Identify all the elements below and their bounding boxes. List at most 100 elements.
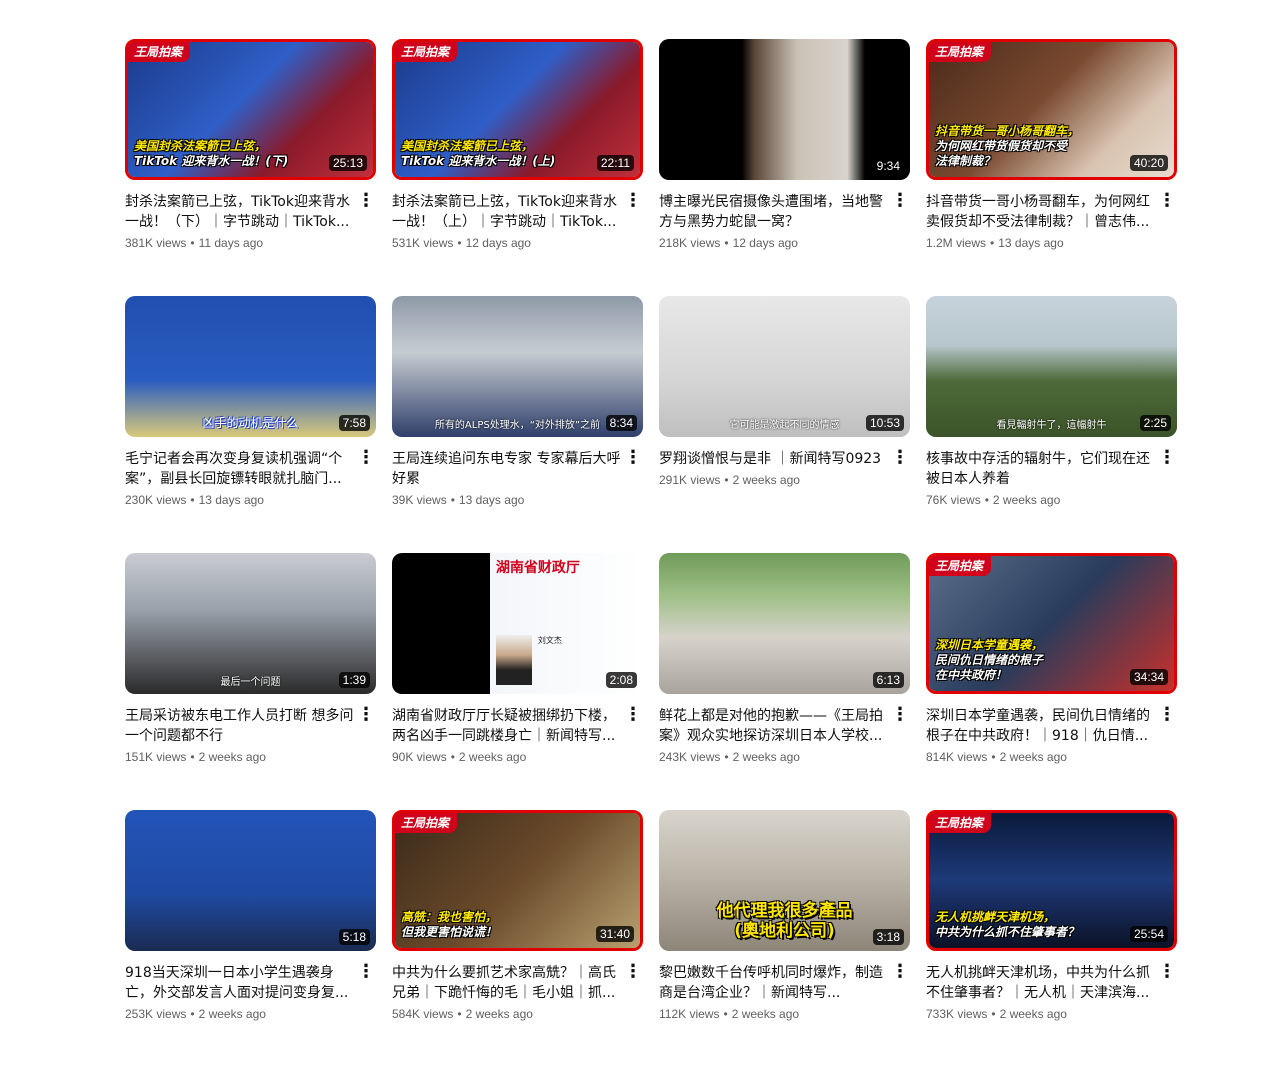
video-thumbnail[interactable]: 3:18 他代理我很多產品 (奧地利公司) — [659, 810, 910, 951]
video-card[interactable]: 31:40 王局拍案 高兟：我也害怕， 但我更害怕说谎！ 中共为什么要抓艺术家高兟？… — [392, 810, 643, 1067]
video-card[interactable]: 3:18 他代理我很多產品 (奧地利公司) 黎巴嫩数千台传呼机同时爆炸，制造商是台… — [659, 810, 910, 1067]
video-thumbnail[interactable]: 2:08 湖南省财政厅 刘文杰 — [392, 553, 643, 694]
video-card[interactable]: 10:53 它可能是激起不同的情感 罗翔谈憎恨与是非 ｜新闻特写0923 ⋮ 2… — [659, 296, 910, 553]
upload-age: 2 weeks ago — [198, 1007, 266, 1021]
more-vert-icon[interactable]: ⋮ — [623, 706, 643, 746]
view-count: 230K views — [125, 493, 187, 507]
video-stats: 90K views • 2 weeks ago — [392, 750, 643, 764]
more-vert-icon[interactable]: ⋮ — [890, 706, 910, 746]
video-card[interactable]: 7:58 凶手的动机是什么 毛宁记者会再次变身复读机强调“个案”，副县长回旋镖转… — [125, 296, 376, 553]
video-title[interactable]: 毛宁记者会再次变身复读机强调“个案”，副县长回旋镖转眼就扎脑门... — [125, 449, 354, 489]
upload-age: 2 weeks ago — [999, 1007, 1067, 1021]
video-title[interactable]: 黎巴嫩数千台传呼机同时爆炸，制造商是台湾企业？｜新闻特写... — [659, 963, 888, 1003]
thumbnail-headline: 高兟：我也害怕， 但我更害怕说谎！ — [401, 910, 594, 940]
video-thumbnail[interactable]: 1:39 最后一个问题 — [125, 553, 376, 694]
video-thumbnail[interactable]: 10:53 它可能是激起不同的情感 — [659, 296, 910, 437]
video-stats: 291K views • 2 weeks ago — [659, 473, 910, 487]
separator-dot: • — [457, 1007, 462, 1021]
thumbnail-headline-line: 抖音带货一哥小杨哥翻车， — [935, 124, 1080, 138]
video-thumbnail[interactable]: 6:13 — [659, 553, 910, 694]
view-count: 733K views — [926, 1007, 988, 1021]
more-vert-icon[interactable]: ⋮ — [623, 192, 643, 232]
video-title[interactable]: 鲜花上都是对他的抱歉——《王局拍案》观众实地探访深圳日本人学校... — [659, 706, 888, 746]
video-card[interactable]: 1:39 最后一个问题 王局采访被东电工作人员打断 想多问一个问题都不行 ⋮ 1… — [125, 553, 376, 810]
video-card[interactable]: 2:08 湖南省财政厅 刘文杰 湖南省财政厅厅长疑被捆绑扔下楼，两名凶手一同跳楼身… — [392, 553, 643, 810]
video-title[interactable]: 博主曝光民宿摄像头遭围堵，当地警方与黑势力蛇鼠一窝？ — [659, 192, 888, 232]
video-stats: 76K views • 2 weeks ago — [926, 493, 1177, 507]
thumbnail-headline-line: 无人机挑衅天津机场， — [935, 910, 1056, 924]
video-thumbnail[interactable]: 8:34 所有的ALPS处理水，“对外排放”之前 — [392, 296, 643, 437]
thumbnail-subtitle: 最后一个问题 — [220, 677, 281, 688]
video-stats: 151K views • 2 weeks ago — [125, 750, 376, 764]
video-title[interactable]: 罗翔谈憎恨与是非 ｜新闻特写0923 — [659, 449, 888, 469]
thumbnail-headline-line: 深圳日本学童遇袭， — [935, 638, 1044, 652]
more-vert-icon[interactable]: ⋮ — [356, 449, 376, 489]
video-thumbnail[interactable]: 5:18 — [125, 810, 376, 951]
more-vert-icon[interactable]: ⋮ — [623, 963, 643, 1003]
more-vert-icon[interactable]: ⋮ — [890, 449, 910, 469]
view-count: 1.2M views — [926, 236, 987, 250]
more-vert-icon[interactable]: ⋮ — [356, 706, 376, 746]
view-count: 253K views — [125, 1007, 187, 1021]
video-stats: 230K views • 13 days ago — [125, 493, 376, 507]
video-thumbnail[interactable]: 31:40 王局拍案 高兟：我也害怕， 但我更害怕说谎！ — [392, 810, 643, 951]
view-count: 39K views — [392, 493, 447, 507]
more-vert-icon[interactable]: ⋮ — [1157, 449, 1177, 489]
video-thumbnail[interactable]: 40:20 王局拍案 抖音带货一哥小杨哥翻车， 为何网红带货假货却不受 法律制裁？ — [926, 39, 1177, 180]
more-vert-icon[interactable]: ⋮ — [1157, 963, 1177, 1003]
video-duration: 25:13 — [328, 155, 367, 171]
video-card[interactable]: 9:34 博主曝光民宿摄像头遭围堵，当地警方与黑势力蛇鼠一窝？ ⋮ 218K v… — [659, 39, 910, 296]
more-vert-icon[interactable]: ⋮ — [356, 192, 376, 232]
separator-dot: • — [991, 750, 996, 764]
video-title[interactable]: 深圳日本学童遇袭，民间仇日情绪的根子在中共政府！｜918｜仇日情... — [926, 706, 1155, 746]
video-card[interactable]: 34:34 王局拍案 深圳日本学童遇袭， 民间仇日情绪的根子 在中共政府！ 深圳日本学… — [926, 553, 1177, 810]
video-card[interactable]: 40:20 王局拍案 抖音带货一哥小杨哥翻车， 为何网红带货假货却不受 法律制裁？ 抖… — [926, 39, 1177, 296]
video-title[interactable]: 抖音带货一哥小杨哥翻车，为何网红卖假货却不受法律制裁？｜曾志伟... — [926, 192, 1155, 232]
video-thumbnail[interactable]: 25:13 王局拍案 美国封杀法案箭已上弦， TikTok 迎来背水一战！(下) — [125, 39, 376, 180]
video-title[interactable]: 918当天深圳一日本小学生遇袭身亡，外交部发言人面对提问变身复... — [125, 963, 354, 1003]
video-thumbnail[interactable]: 7:58 凶手的动机是什么 — [125, 296, 376, 437]
separator-dot: • — [723, 1007, 728, 1021]
video-title[interactable]: 封杀法案箭已上弦，TikTok迎来背水一战！（下）｜字节跳动｜TikTok... — [125, 192, 354, 232]
video-card[interactable]: 6:13 鲜花上都是对他的抱歉——《王局拍案》观众实地探访深圳日本人学校... … — [659, 553, 910, 810]
video-card[interactable]: 22:11 王局拍案 美国封杀法案箭已上弦， TikTok 迎来背水一战！(上) 封… — [392, 39, 643, 296]
video-title[interactable]: 无人机挑衅天津机场，中共为什么抓不住肇事者？｜无人机｜天津滨海... — [926, 963, 1155, 1003]
video-thumbnail[interactable]: 22:11 王局拍案 美国封杀法案箭已上弦， TikTok 迎来背水一战！(上) — [392, 39, 643, 180]
video-thumbnail[interactable]: 9:34 — [659, 39, 910, 180]
upload-age: 13 days ago — [458, 493, 525, 507]
more-vert-icon[interactable]: ⋮ — [890, 963, 910, 1003]
more-vert-icon[interactable]: ⋮ — [1157, 706, 1177, 746]
separator-dot: • — [190, 750, 195, 764]
video-card[interactable]: 25:54 王局拍案 无人机挑衅天津机场， 中共为什么抓不住肇事者？ 无人机挑衅天津… — [926, 810, 1177, 1067]
channel-badge: 王局拍案 — [929, 813, 992, 833]
video-title[interactable]: 核事故中存活的辐射牛，它们现在还被日本人养着 — [926, 449, 1155, 489]
video-title[interactable]: 封杀法案箭已上弦，TikTok迎来背水一战！（上）｜字节跳动｜TikTok... — [392, 192, 621, 232]
more-vert-icon[interactable]: ⋮ — [356, 963, 376, 1003]
video-card[interactable]: 2:25 看見輻射牛了，這幅射牛 核事故中存活的辐射牛，它们现在还被日本人养着 … — [926, 296, 1177, 553]
video-card[interactable]: 25:13 王局拍案 美国封杀法案箭已上弦， TikTok 迎来背水一战！(下) 封… — [125, 39, 376, 296]
video-title[interactable]: 湖南省财政厅厅长疑被捆绑扔下楼，两名凶手一同跳楼身亡｜新闻特写... — [392, 706, 621, 746]
video-thumbnail[interactable]: 2:25 看見輻射牛了，這幅射牛 — [926, 296, 1177, 437]
thumbnail-headline-line: 民间仇日情绪的根子 — [935, 653, 1044, 667]
more-vert-icon[interactable]: ⋮ — [890, 192, 910, 232]
video-title[interactable]: 王局采访被东电工作人员打断 想多问一个问题都不行 — [125, 706, 354, 746]
thumbnail-subtitle: 它可能是激起不同的情感 — [729, 420, 840, 431]
channel-badge: 王局拍案 — [395, 813, 458, 833]
view-count: 814K views — [926, 750, 988, 764]
video-card[interactable]: 8:34 所有的ALPS处理水，“对外排放”之前 王局连续追问东电专家 专家幕后… — [392, 296, 643, 553]
upload-age: 2 weeks ago — [999, 750, 1067, 764]
video-thumbnail[interactable]: 34:34 王局拍案 深圳日本学童遇袭， 民间仇日情绪的根子 在中共政府！ — [926, 553, 1177, 694]
thumbnail-headline-line: 在中共政府！ — [935, 668, 1008, 682]
video-title[interactable]: 中共为什么要抓艺术家高兟？｜高氏兄弟｜下跪忏悔的毛｜毛小姐｜抓... — [392, 963, 621, 1003]
separator-dot: • — [724, 750, 729, 764]
view-count: 531K views — [392, 236, 454, 250]
view-count: 291K views — [659, 473, 721, 487]
more-vert-icon[interactable]: ⋮ — [623, 449, 643, 489]
video-stats: 243K views • 2 weeks ago — [659, 750, 910, 764]
video-card[interactable]: 5:18 918当天深圳一日本小学生遇袭身亡，外交部发言人面对提问变身复... … — [125, 810, 376, 1067]
video-thumbnail[interactable]: 25:54 王局拍案 无人机挑衅天津机场， 中共为什么抓不住肇事者？ — [926, 810, 1177, 951]
video-title[interactable]: 王局连续追问东电专家 专家幕后大呼好累 — [392, 449, 621, 489]
upload-age: 2 weeks ago — [731, 1007, 800, 1021]
more-vert-icon[interactable]: ⋮ — [1157, 192, 1177, 232]
upload-age: 13 days ago — [198, 493, 264, 507]
